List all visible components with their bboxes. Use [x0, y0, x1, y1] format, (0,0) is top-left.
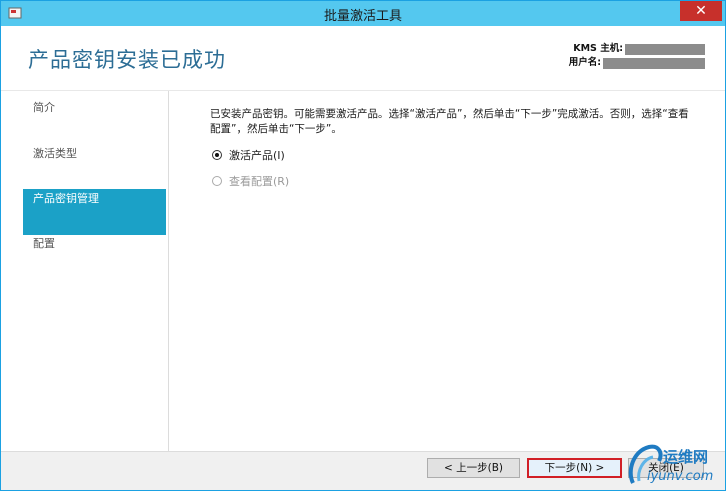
watermark: 运维网 iyunv.com: [625, 441, 725, 491]
view-configuration-label[interactable]: 查看配置(R): [229, 173, 289, 189]
nav-item-introduction[interactable]: 简介: [23, 97, 166, 119]
kms-host-label: KMS 主机:: [573, 43, 623, 54]
wizard-nav: 简介 激活类型 产品密钥管理 配置: [1, 91, 168, 451]
back-button[interactable]: < 上一步(B): [427, 458, 520, 478]
kms-host-value-redacted: [625, 43, 705, 55]
user-label: 用户名:: [568, 57, 601, 68]
option-view-configuration[interactable]: 查看配置(R): [212, 173, 289, 189]
activate-product-label[interactable]: 激活产品(I): [229, 147, 285, 163]
window-close-button[interactable]: ✕: [680, 1, 722, 21]
nav-item-configuration[interactable]: 配置: [23, 233, 166, 255]
activate-product-radio[interactable]: [212, 150, 222, 160]
title-bar[interactable]: 批量激活工具 ✕: [1, 1, 725, 26]
nav-item-product-key-management[interactable]: 产品密钥管理: [23, 189, 166, 235]
host-info: KMS 主机: 用户名:: [569, 42, 705, 70]
user-value-redacted: [603, 57, 705, 69]
view-configuration-radio[interactable]: [212, 176, 222, 186]
window-title: 批量激活工具: [323, 9, 402, 24]
activation-wizard-window: 批量激活工具 ✕ 产品密钥安装已成功 KMS 主机: 用户名: 简介 激活类型 …: [0, 0, 726, 491]
user-row: 用户名:: [569, 56, 705, 70]
option-activate-product[interactable]: 激活产品(I): [212, 147, 285, 163]
watermark-cn: 运维网: [663, 448, 709, 466]
next-button[interactable]: 下一步(N) >: [527, 458, 622, 478]
watermark-en: iyunv.com: [647, 469, 714, 484]
description-text: 已安装产品密钥。可能需要激活产品。选择“激活产品”，然后单击“下一步”完成激活。…: [210, 108, 689, 135]
nav-divider: [168, 91, 169, 451]
wizard-content: 已安装产品密钥。可能需要激活产品。选择“激活产品”，然后单击“下一步”完成激活。…: [210, 107, 700, 188]
wizard-header: 产品密钥安装已成功 KMS 主机: 用户名:: [1, 26, 725, 90]
kms-host-row: KMS 主机:: [569, 42, 705, 56]
page-title: 产品密钥安装已成功: [28, 48, 226, 72]
nav-item-activation-type[interactable]: 激活类型: [23, 143, 166, 165]
